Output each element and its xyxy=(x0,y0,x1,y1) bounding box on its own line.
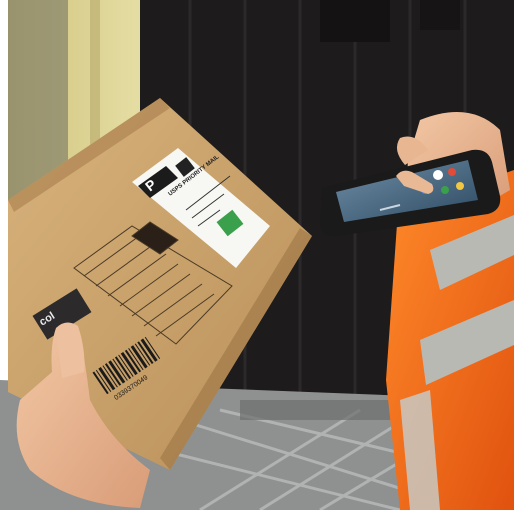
app-icon xyxy=(456,182,464,190)
app-icon xyxy=(441,186,449,194)
app-icon xyxy=(433,170,443,180)
app-icon xyxy=(448,168,456,176)
photo-scene: P USPS PRIORITY MAIL col 0339370049 xyxy=(0,0,514,510)
photo-delivery-scan: P USPS PRIORITY MAIL col 0339370049 xyxy=(0,0,514,510)
door-mail-slot xyxy=(320,0,390,42)
